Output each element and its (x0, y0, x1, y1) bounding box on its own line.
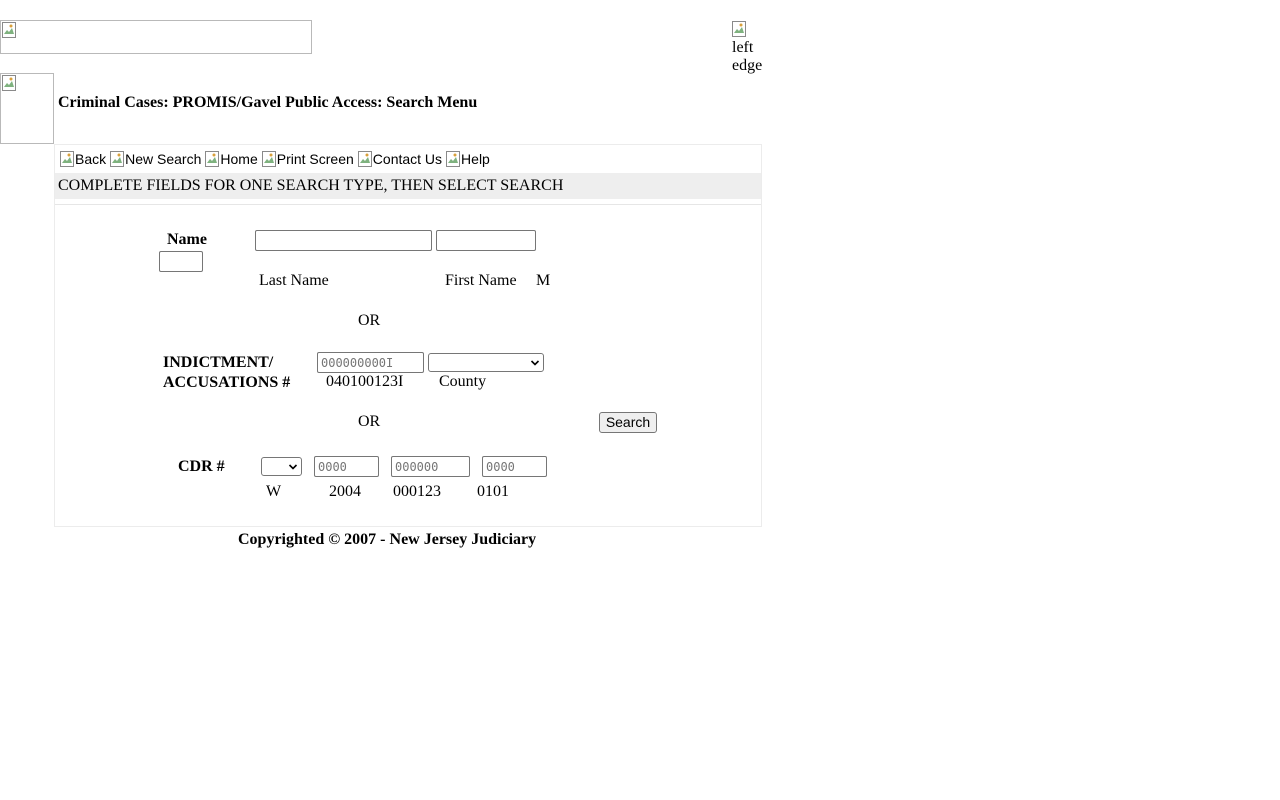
cdr-suffix-hint: 0101 (477, 483, 509, 500)
new-search-button[interactable]: New Search (110, 151, 201, 167)
copyright-footer: Copyrighted © 2007 - New Jersey Judiciar… (238, 531, 537, 548)
cdr-label: CDR # (178, 458, 225, 475)
home-icon (205, 151, 220, 167)
left-edge-alt-text: left edge (732, 39, 763, 74)
first-name-input[interactable] (436, 230, 536, 251)
left-edge-image: left edge (732, 21, 768, 74)
back-button[interactable]: Back (60, 151, 106, 167)
back-label: Back (75, 151, 107, 167)
indictment-label: INDICTMENT/ ACCUSATIONS # (163, 353, 290, 393)
indictment-number-hint: 040100123I (326, 373, 404, 390)
or-separator: OR (358, 413, 381, 430)
broken-image-icon (2, 22, 16, 38)
middle-initial-hint: M (536, 272, 551, 289)
cdr-sequence-hint: 000123 (393, 483, 441, 500)
cdr-type-select[interactable] (261, 457, 302, 476)
banner-image (0, 20, 312, 54)
contact-us-label: Contact Us (372, 151, 443, 167)
cdr-sequence-input[interactable] (391, 456, 470, 477)
print-screen-button[interactable]: Print Screen (261, 151, 354, 167)
new-search-icon (110, 151, 125, 167)
contact-us-button[interactable]: Contact Us (357, 151, 443, 167)
contact-icon (357, 151, 372, 167)
instructions-banner: COMPLETE FIELDS FOR ONE SEARCH TYPE, THE… (55, 173, 761, 199)
name-label: Name (167, 231, 207, 248)
indictment-number-input[interactable] (317, 352, 424, 373)
cdr-year-hint: 2004 (329, 483, 361, 500)
divider (55, 204, 761, 205)
county-select[interactable] (428, 353, 544, 372)
cdr-suffix-input[interactable] (482, 456, 547, 477)
help-button[interactable]: Help (446, 151, 490, 167)
nav-toolbar: Back New Search Home Print Screen Contac… (60, 150, 490, 168)
help-icon (446, 151, 461, 167)
print-icon (261, 151, 276, 167)
help-label: Help (461, 151, 490, 167)
home-button[interactable]: Home (205, 151, 258, 167)
page-title: Criminal Cases: PROMIS/Gavel Public Acce… (58, 94, 478, 111)
indictment-label-line1: INDICTMENT/ (163, 354, 274, 371)
last-name-hint: Last Name (259, 272, 329, 289)
last-name-input[interactable] (255, 230, 432, 251)
first-name-hint: First Name (445, 272, 517, 289)
chevron-down-icon (288, 464, 298, 470)
broken-image-icon (2, 75, 16, 91)
or-separator: OR (358, 312, 381, 329)
home-label: Home (220, 151, 258, 167)
search-button[interactable]: Search (599, 412, 657, 433)
cdr-year-input[interactable] (314, 456, 379, 477)
indictment-label-line2: ACCUSATIONS # (163, 374, 291, 391)
print-screen-label: Print Screen (276, 151, 354, 167)
broken-image-icon (732, 21, 746, 37)
cdr-type-hint: W (266, 483, 282, 500)
middle-initial-input[interactable] (159, 251, 203, 272)
back-icon (60, 151, 74, 167)
chevron-down-icon (530, 360, 540, 366)
seal-image (0, 73, 54, 144)
county-hint: County (439, 373, 487, 390)
new-search-label: New Search (125, 151, 202, 167)
